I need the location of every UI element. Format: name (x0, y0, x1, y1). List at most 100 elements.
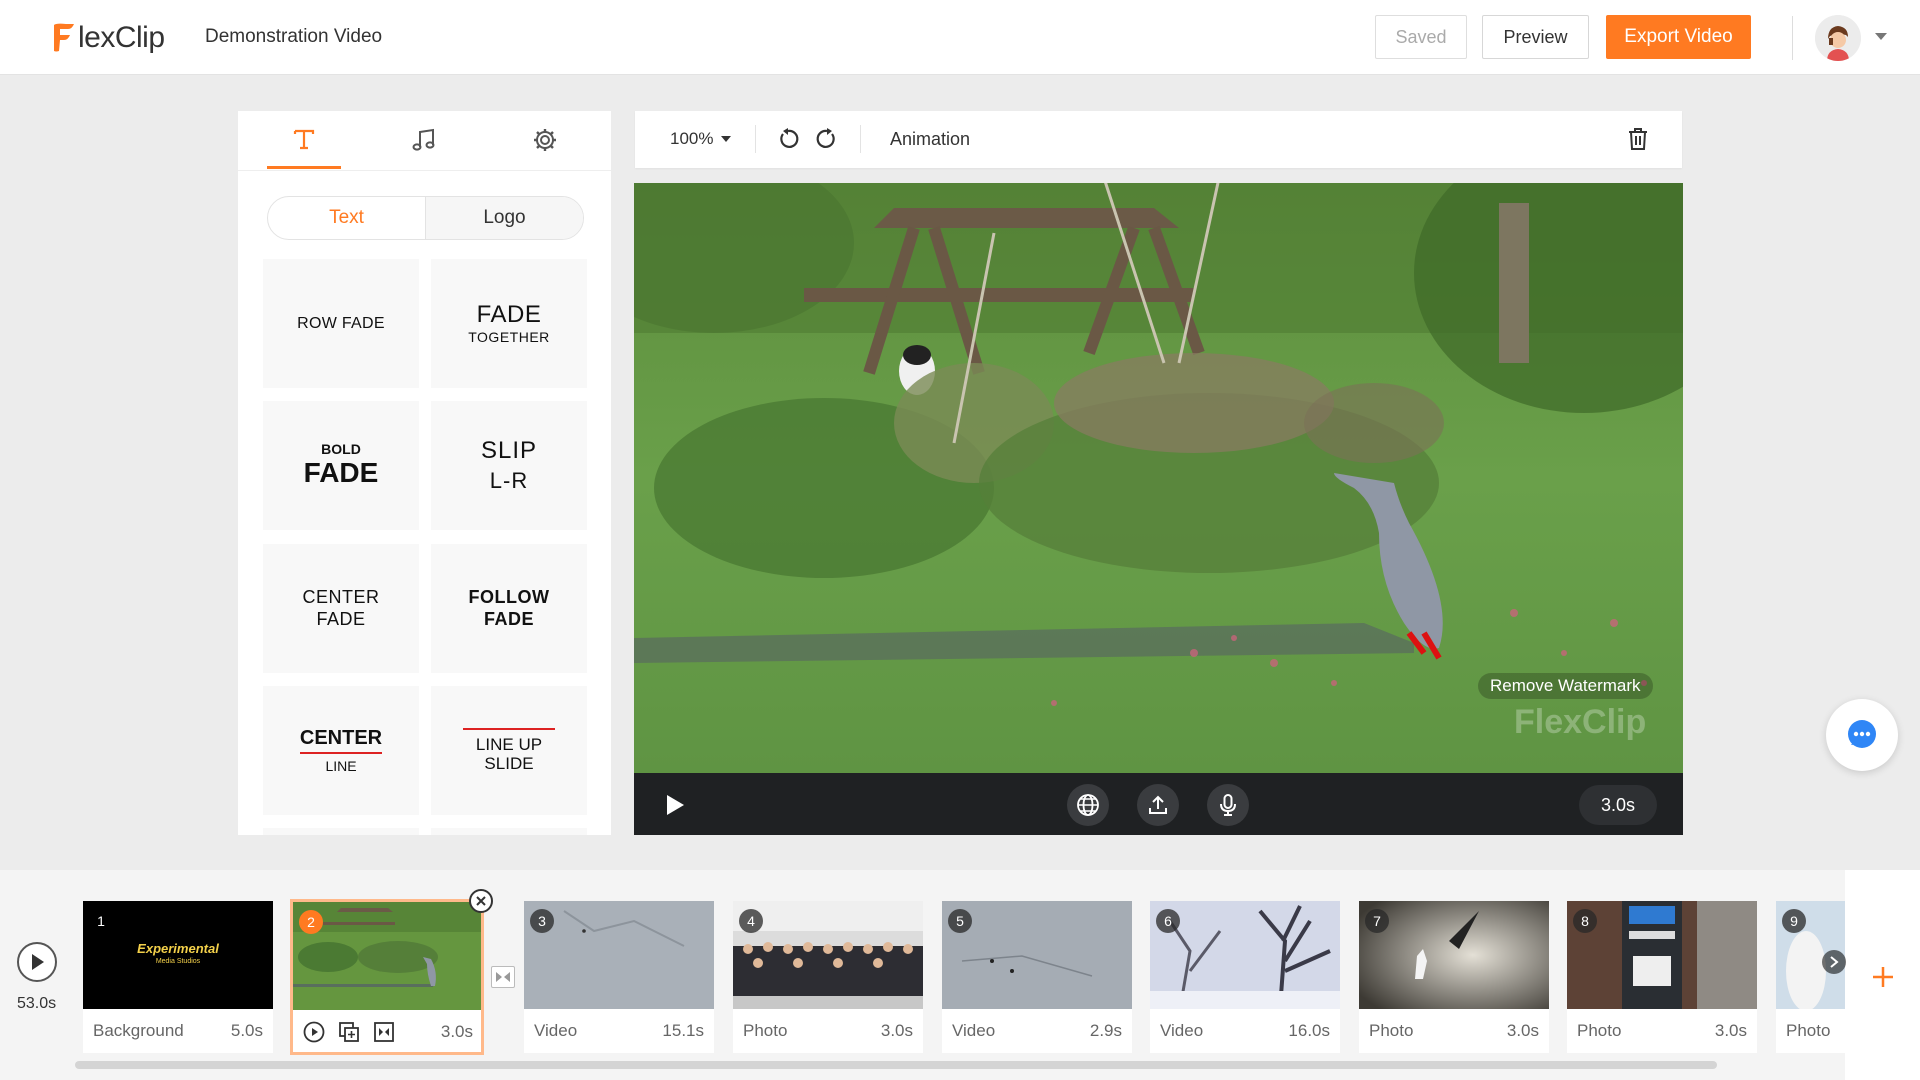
animation-card-bold-fade[interactable]: BOLD FADE (263, 401, 419, 530)
timeline-clip-selected[interactable]: 2 3.0s (290, 899, 484, 1055)
toolbar-divider (755, 125, 756, 153)
timeline-clip[interactable]: 4 Photo 3.0s (733, 901, 923, 1053)
clip-number: 2 (299, 910, 323, 934)
clip-duration: 3.0s (880, 1021, 913, 1040)
scroll-right-button[interactable] (1822, 950, 1846, 974)
microphone-icon (1220, 794, 1236, 816)
clip-number: 5 (948, 909, 972, 933)
timeline-clip[interactable]: 8 Photo 3.0s (1567, 901, 1757, 1053)
animation-card-follow-fade[interactable]: FOLLOW FADE (431, 544, 587, 673)
animation-card-slip-lr[interactable]: SLIP L-R (431, 401, 587, 530)
close-icon[interactable] (469, 889, 493, 913)
card-label: BOLD (321, 441, 361, 458)
clip-type-label: Photo (1369, 1021, 1414, 1040)
timeline-clip[interactable]: 7 Photo 3.0s (1359, 901, 1549, 1053)
player-bar: 3.0s (634, 773, 1683, 835)
timeline-clip[interactable]: Experimental Media Studios 1 Background … (83, 901, 273, 1053)
clip-footer: Photo (1776, 1009, 1845, 1053)
card-sublabel: TOGETHER (468, 329, 550, 345)
timeline-play-button[interactable] (17, 942, 57, 982)
redo-button[interactable] (814, 126, 840, 152)
animation-panel: Text Logo ROW FADE FADE TOGETHER BOLD FA… (238, 111, 611, 835)
redo-icon (816, 128, 835, 148)
segment-text[interactable]: Text (268, 197, 426, 239)
animation-card-line-up-slide[interactable]: LINE UP SLIDE (431, 686, 587, 815)
flexclip-f-icon (54, 23, 74, 52)
play-button[interactable] (664, 793, 686, 822)
project-title[interactable]: Demonstration Video (205, 26, 382, 48)
clip-duration: 3.0s (440, 1022, 473, 1041)
animation-card-center-fade[interactable]: CENTER FADE (263, 544, 419, 673)
undo-icon (780, 128, 799, 148)
delete-button[interactable] (1625, 126, 1651, 152)
clip-type-label: Video (952, 1021, 996, 1040)
toolbar-divider (860, 125, 861, 153)
clip-footer: Photo 3.0s (1359, 1009, 1549, 1053)
animation-menu[interactable]: Animation (890, 129, 970, 150)
animation-card[interactable] (263, 828, 419, 835)
timeline-clip[interactable]: 9 Photo (1776, 901, 1845, 1053)
export-video-button[interactable]: Export Video (1606, 15, 1751, 59)
thumb-title: Experimental (137, 941, 219, 956)
timeline-clip[interactable]: 5 Video 2.9s (942, 901, 1132, 1053)
zoom-select[interactable]: 100% (670, 129, 732, 149)
language-button[interactable] (1067, 784, 1109, 826)
avatar[interactable] (1815, 15, 1861, 61)
clip-duration: 15.1s (662, 1021, 704, 1040)
panel-tabs (238, 111, 611, 171)
clip-footer: Video 16.0s (1150, 1009, 1340, 1053)
top-header: lexClip Demonstration Video Saved Previe… (0, 0, 1920, 75)
chevron-down-icon[interactable] (1875, 33, 1887, 40)
undo-button[interactable] (775, 126, 801, 152)
thumb-subtitle: Media Studios (155, 958, 201, 965)
text-icon (293, 129, 315, 149)
clip-footer: Video 15.1s (524, 1009, 714, 1053)
upload-button[interactable] (1137, 784, 1179, 826)
clip-number: 1 (97, 913, 105, 929)
tab-text[interactable] (267, 111, 341, 169)
clip-number: 9 (1782, 909, 1806, 933)
transition-icon[interactable] (491, 966, 515, 988)
duplicate-icon[interactable] (338, 1021, 360, 1043)
tab-settings[interactable] (508, 111, 582, 169)
saved-button[interactable]: Saved (1375, 15, 1467, 59)
card-label: ROW FADE (297, 314, 385, 332)
clip-footer: 3.0s (293, 1010, 481, 1052)
flexclip-logo[interactable]: lexClip (50, 18, 165, 58)
card-label: CENTER (302, 586, 380, 607)
play-circle-icon[interactable] (303, 1021, 325, 1043)
add-scene-button[interactable] (1868, 962, 1898, 992)
timeline-scrollbar[interactable] (75, 1061, 1717, 1069)
segment-logo[interactable]: Logo (426, 197, 583, 239)
text-logo-toggle: Text Logo (267, 196, 584, 240)
clip-duration-badge[interactable]: 3.0s (1579, 785, 1657, 825)
clip-duration: 3.0s (1714, 1021, 1747, 1040)
animation-card[interactable] (431, 828, 587, 835)
tab-music[interactable] (387, 111, 461, 169)
clip-duration: 2.9s (1089, 1021, 1122, 1040)
play-icon (32, 954, 44, 970)
clip-actions (303, 1021, 395, 1043)
clip-type-label: Photo (743, 1021, 788, 1040)
transition-icon[interactable] (373, 1021, 395, 1043)
video-canvas[interactable]: Remove Watermark FlexClip (634, 183, 1683, 773)
card-label: SLIP (480, 437, 538, 465)
gear-icon (534, 129, 556, 151)
clip-footer: Photo 3.0s (1567, 1009, 1757, 1053)
red-line-decoration (463, 727, 555, 730)
animation-card-fade-together[interactable]: FADE TOGETHER (431, 259, 587, 388)
animation-card-center-line[interactable]: CENTER LINE (263, 686, 419, 815)
remove-watermark-button[interactable]: Remove Watermark (1478, 673, 1653, 699)
timeline-clip[interactable]: 6 Video 16.0s (1150, 901, 1340, 1053)
card-label: FOLLOW (468, 586, 550, 607)
plus-icon (1873, 967, 1893, 987)
upload-icon (1149, 795, 1167, 814)
preview-button[interactable]: Preview (1482, 15, 1589, 59)
card-label: LINE UP (475, 734, 543, 754)
clip-type-label: Video (534, 1021, 578, 1040)
timeline-clip[interactable]: 3 Video 15.1s (524, 901, 714, 1053)
record-voice-button[interactable] (1207, 784, 1249, 826)
animation-card-row-fade[interactable]: ROW FADE (263, 259, 419, 388)
music-note-icon (412, 128, 435, 151)
chat-support-button[interactable] (1826, 699, 1898, 771)
